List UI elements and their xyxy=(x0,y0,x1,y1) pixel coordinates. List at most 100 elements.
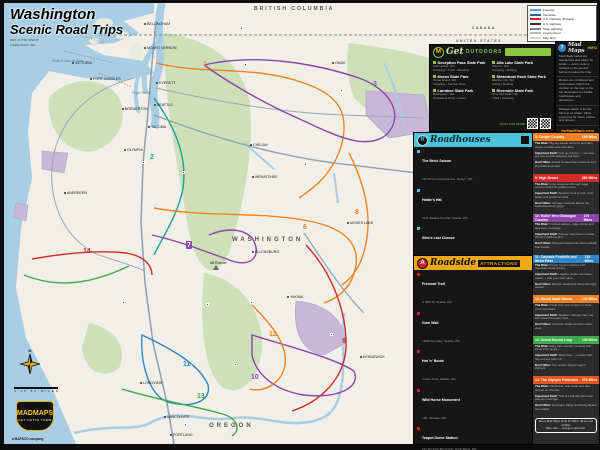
legend-label: County Road xyxy=(543,31,561,35)
scale-labels: 0 25 50 MILES xyxy=(14,389,60,393)
route-number-badge[interactable]: 10 xyxy=(250,373,260,381)
madmaps-logo: MADMAPS GET OUTTA TOWN xyxy=(16,401,54,435)
red-bullet-icon xyxy=(417,350,420,353)
outdoors-footer: SCAN FOR MORE xyxy=(500,118,551,129)
outdoors-item[interactable]: Deception Pass State Park Oak Harbor, WA… xyxy=(433,61,490,72)
compass-n-label: N xyxy=(29,348,32,353)
poi-marker[interactable] xyxy=(234,363,237,366)
qr-code[interactable] xyxy=(540,118,551,129)
panel-info: ? Mad Maps INFO Mad Maps routes are rese… xyxy=(556,42,599,138)
route-number-badge[interactable]: 1 xyxy=(202,60,208,68)
trip-section[interactable]: 11: Cascade Foothills and White Pass 135… xyxy=(533,255,599,295)
attraction-item[interactable]: Wild Horse Monument I-90, Vantage, WA xyxy=(417,388,529,424)
trip-body: The Ride: Climb from river bottom to bla… xyxy=(533,303,599,335)
outdoors-item[interactable]: Larrabee State Park Bellingham, WA Chuck… xyxy=(433,89,490,100)
poi-marker[interactable] xyxy=(250,301,253,304)
poi-marker[interactable] xyxy=(304,163,307,166)
roadhouses-corner-icon xyxy=(521,136,529,144)
poi-marker[interactable] xyxy=(244,63,247,66)
red-bullet-icon xyxy=(417,427,420,430)
city-dot xyxy=(156,82,158,84)
trip-body: The Ride: Easy farm-country cruising wit… xyxy=(533,344,599,376)
route-number-badge[interactable]: 13 xyxy=(196,392,206,400)
question-icon: ? xyxy=(558,44,566,52)
trip-body: The Ride: Forest canyon twisties with mo… xyxy=(533,263,599,295)
legend-label: Interstate xyxy=(543,13,556,17)
outdoors-item[interactable]: Riverside State Park Nine Mile Falls, WA… xyxy=(492,89,549,100)
poi-marker[interactable] xyxy=(182,171,185,174)
route-number-badge[interactable]: 7 xyxy=(186,241,192,249)
trip-header: 8: Coulee Country 195 Miles xyxy=(533,133,599,141)
roadhouse-item[interactable]: The Brick Saloon 100 W Pennsylvania Ave,… xyxy=(417,149,529,185)
attraction-item[interactable]: Fremont Troll N 36th St, Seattle, WA xyxy=(417,272,529,308)
qr-code[interactable] xyxy=(527,118,538,129)
poi-marker[interactable] xyxy=(240,27,243,30)
attraction-item[interactable]: Gum Wall 1428 Post Alley, Seattle, WA xyxy=(417,311,529,347)
trip-header: 13: Grand Mound Loop 106 Miles xyxy=(533,336,599,344)
route-number-badge[interactable]: 8 xyxy=(354,208,360,216)
poi-marker[interactable] xyxy=(184,423,187,426)
trip-section[interactable]: 8: Coulee Country 195 Miles The Ride: Bi… xyxy=(533,133,599,173)
city-label: OLYMPIA xyxy=(124,148,143,152)
city-label: PORTLAND xyxy=(170,433,193,437)
trip-section[interactable]: 9: High Desert 262 Miles The Ride: Long … xyxy=(533,174,599,214)
trip-section[interactable]: 14: The Olympic Peninsula 376 Miles The … xyxy=(533,376,599,416)
outdoors-item[interactable]: Steamboat Rock State Park Electric City,… xyxy=(492,75,549,86)
panel-get-outdoors: M Get OUTDOORS Deception Pass State Park… xyxy=(430,45,554,131)
city-label: VICTORIA xyxy=(72,61,92,65)
route-number-badge[interactable]: 12 xyxy=(268,330,278,338)
city-label: ABERDEEN xyxy=(64,191,87,195)
city-dot xyxy=(72,62,74,64)
legend-line-symbol xyxy=(530,9,541,11)
panel-roadhouses: R Roadhouses The Brick Saloon 100 W Penn… xyxy=(414,133,532,255)
poi-marker[interactable] xyxy=(122,301,125,304)
panel-trip-descriptions: 8: Coulee Country 195 Miles The Ride: Bi… xyxy=(533,133,599,444)
route-number-badge[interactable]: 14 xyxy=(82,247,92,255)
city-label: BREMERTON xyxy=(122,107,148,111)
poi-marker[interactable] xyxy=(206,303,209,306)
legend-label: State Highway xyxy=(543,27,562,31)
red-bullet-icon xyxy=(417,273,420,276)
attraction-item[interactable]: Teapot Dome Station 117 First Ave, Zilla… xyxy=(417,426,529,450)
poi-marker[interactable] xyxy=(340,89,343,92)
city-label: WENATCHEE xyxy=(252,175,278,179)
outdoors-qr-caption: SCAN FOR MORE xyxy=(500,122,525,126)
city-dot xyxy=(144,23,146,25)
verified-note: Every Mad Maps route is ridden, driven a… xyxy=(535,418,597,434)
city-label: CHELAN xyxy=(250,143,268,147)
outdoors-item[interactable]: Moran State Park Orcas Island, WA Campin… xyxy=(433,75,490,86)
info-header: ? Mad Maps INFO xyxy=(556,42,599,53)
info-header-script: Mad Maps xyxy=(568,42,586,54)
info-paragraph: Mad Maps routes are researched and ridde… xyxy=(556,53,599,77)
trip-section[interactable]: 10: Rollin' thru Okanogan Country 170 Mi… xyxy=(533,214,599,254)
legend-line-symbol xyxy=(530,32,541,34)
logo-wordmark: MADMAPS xyxy=(17,410,53,417)
route-number-badge[interactable]: 2 xyxy=(149,153,155,161)
trip-section[interactable]: 12: Mount Saint Helens 142 Miles The Rid… xyxy=(533,295,599,335)
road-legend: Freeway Interstate U.S. Highway (Divided… xyxy=(527,5,597,42)
city-dot xyxy=(347,222,349,224)
region-label: WASHINGTON xyxy=(232,237,303,243)
outdoors-header-caps: OUTDOORS xyxy=(466,49,503,55)
cyan-bullet-icon xyxy=(417,189,420,192)
attraction-item[interactable]: Hat 'n' Boots Oxbow Park, Seattle, WA xyxy=(417,349,529,385)
trip-miles: 170 Miles xyxy=(584,214,597,222)
trip-body: The Ride: Rainforest, wild coast and lak… xyxy=(533,384,599,416)
trip-section[interactable]: 13: Grand Mound Loop 106 Miles The Ride:… xyxy=(533,336,599,376)
info-paragraph: Routes are numbered and color-coded. Mat… xyxy=(556,77,599,105)
route-number-badge[interactable]: 11 xyxy=(182,360,191,368)
roadhouses-header-script: Roadhouses xyxy=(430,135,491,145)
outdoors-item[interactable]: Alta Lake State Park Pateros, WA Camping… xyxy=(492,61,549,72)
trip-header: 14: The Olympic Peninsula 376 Miles xyxy=(533,376,599,384)
poi-marker[interactable] xyxy=(142,161,145,164)
trip-miles: 106 Miles xyxy=(582,338,597,342)
logo-tagline: GET OUTTA TOWN xyxy=(18,418,52,422)
route-number-badge[interactable]: 3 xyxy=(372,80,378,88)
roadhouse-item[interactable]: Hattie's Hat 5231 Ballard Ave NW, Seattl… xyxy=(417,188,529,224)
route-number-badge[interactable]: 9 xyxy=(341,337,347,345)
region-label: UNITED STATES xyxy=(456,39,502,43)
route-number-badge[interactable]: 6 xyxy=(302,223,308,231)
info-header-caps: INFO xyxy=(587,45,597,50)
city-dot xyxy=(164,416,166,418)
poi-marker[interactable] xyxy=(330,333,333,336)
